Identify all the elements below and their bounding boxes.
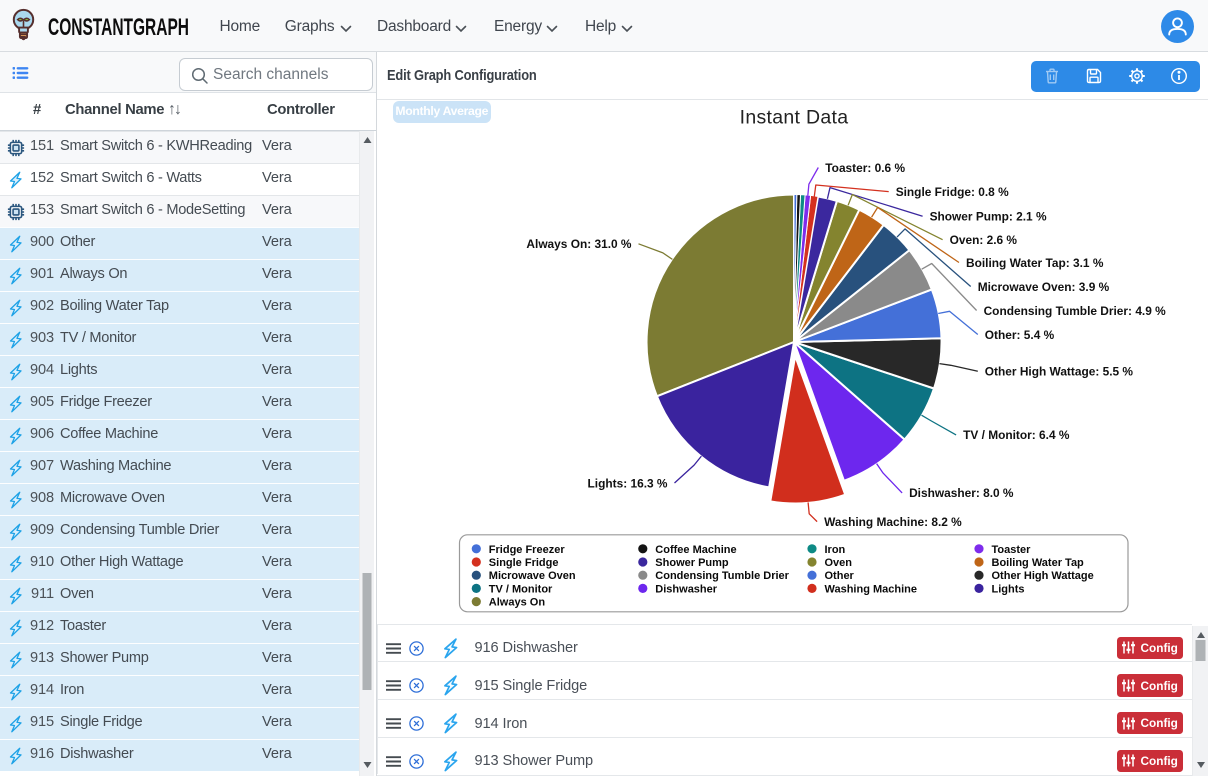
svg-text:Oven: 2.6 %: Oven: 2.6 % [950, 233, 1018, 247]
svg-text:Toaster: 0.6 %: Toaster: 0.6 % [825, 161, 905, 175]
svg-text:Microwave Oven: Microwave Oven [489, 570, 576, 582]
svg-text:Coffee Machine: Coffee Machine [655, 544, 736, 556]
svg-text:Dishwasher: Dishwasher [655, 583, 717, 595]
svg-text:Shower Pump: 2.1 %: Shower Pump: 2.1 % [930, 210, 1047, 224]
svg-text:Shower Pump: Shower Pump [655, 557, 729, 569]
svg-text:Condensing Tumble Drier: Condensing Tumble Drier [655, 570, 789, 582]
svg-text:Lights: 16.3 %: Lights: 16.3 % [588, 476, 668, 490]
svg-text:Condensing Tumble Drier: 4.9 %: Condensing Tumble Drier: 4.9 % [984, 304, 1167, 318]
svg-text:TV / Monitor: 6.4 %: TV / Monitor: 6.4 % [963, 428, 1070, 442]
svg-text:Toaster: Toaster [992, 544, 1032, 556]
svg-text:Other: 5.4 %: Other: 5.4 % [985, 328, 1055, 342]
svg-text:Oven: Oven [825, 557, 853, 569]
svg-text:Boiling Water Tap: 3.1 %: Boiling Water Tap: 3.1 % [966, 256, 1104, 270]
svg-text:Washing Machine: Washing Machine [825, 583, 918, 595]
svg-text:Other High Wattage: Other High Wattage [992, 570, 1094, 582]
svg-text:Other High Wattage: 5.5 %: Other High Wattage: 5.5 % [985, 365, 1134, 379]
svg-text:Always On: Always On [489, 597, 546, 609]
svg-text:Always On: 31.0 %: Always On: 31.0 % [526, 237, 632, 251]
svg-text:Single Fridge: 0.8 %: Single Fridge: 0.8 % [896, 185, 1009, 199]
svg-text:Dishwasher: 8.0 %: Dishwasher: 8.0 % [909, 486, 1014, 500]
svg-text:Iron: Iron [825, 544, 846, 556]
svg-text:Single Fridge: Single Fridge [489, 557, 559, 569]
svg-text:Other: Other [825, 570, 855, 582]
svg-text:CONSTANTGRAPH: CONSTANTGRAPH [48, 14, 189, 41]
svg-text:Boiling Water Tap: Boiling Water Tap [992, 557, 1085, 569]
svg-text:Lights: Lights [992, 583, 1025, 595]
svg-text:TV / Monitor: TV / Monitor [489, 583, 553, 595]
svg-text:Fridge Freezer: Fridge Freezer [489, 544, 566, 556]
svg-text:Instant Data: Instant Data [740, 107, 849, 129]
svg-text:Microwave Oven: 3.9 %: Microwave Oven: 3.9 % [978, 280, 1110, 294]
svg-text:Washing Machine: 8.2 %: Washing Machine: 8.2 % [824, 515, 962, 529]
